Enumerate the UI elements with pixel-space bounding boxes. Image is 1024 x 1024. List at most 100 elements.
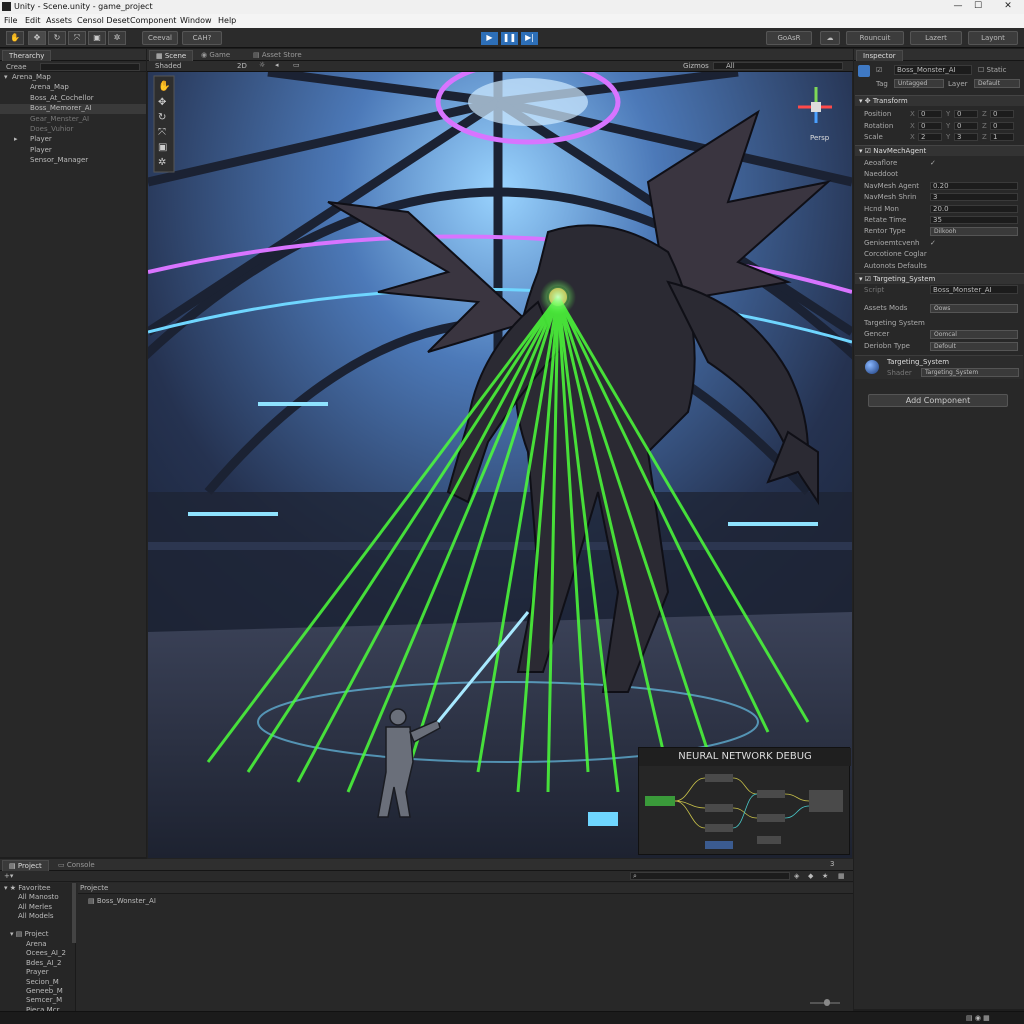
hierarchy-search-input[interactable] [40,63,140,71]
tab-hierarchy[interactable]: Therarchy [2,50,52,61]
menu-window[interactable]: Window [180,16,212,25]
active-checkbox[interactable]: ☑ [876,66,882,74]
script-field[interactable]: Boss_Monster_AI [930,285,1018,294]
create-asset-button[interactable]: +▾ [4,872,13,880]
lighting-toggle-icon[interactable]: ☼ [259,61,265,69]
transform-z-field[interactable]: 0 [990,121,1014,130]
hierarchy-item[interactable]: Gear_Menster_AI [0,115,146,125]
project-folder[interactable]: Secion_M [26,978,59,986]
project-folder[interactable]: Arena [26,940,47,948]
2d-toggle[interactable]: 2D [237,62,247,70]
project-folder[interactable]: Semcer_M [26,996,62,1004]
move-tool-icon[interactable]: ✥ [28,31,46,45]
tab-inspector[interactable]: Inspector [856,50,903,61]
transform-x-field[interactable]: 0 [918,110,942,118]
hand-tool-icon[interactable]: ✋ [6,31,24,45]
favorite-item[interactable]: All Manosto [18,893,59,901]
navmesh-value-field[interactable]: 0.20 [930,181,1018,190]
transform-y-field[interactable]: 3 [954,133,978,141]
asset-boss-monster-ai[interactable]: ▤ Boss_Wonster_AI [88,897,156,905]
project-folder[interactable]: Geneeb_M [26,987,63,995]
hierarchy-item[interactable]: Player [0,146,146,156]
layout-dropdown[interactable]: Layont [968,31,1018,45]
filter-label-icon[interactable]: ◆ [808,872,813,880]
favorites-folder[interactable]: ▾ ★ Favoritee [4,884,51,892]
project-breadcrumb[interactable]: Projecte [80,884,108,892]
gizmos-dropdown[interactable]: Gizmos [683,62,709,70]
maximize-icon[interactable]: ☐ [968,1,988,11]
hierarchy-item[interactable]: Boss_At_Cochellor [0,94,146,104]
hierarchy-item[interactable]: Boss_Memorer_AI [0,104,146,115]
transform-y-field[interactable]: 0 [954,110,978,118]
project-root-folder[interactable]: ▾ ▤ Project [10,930,49,938]
rotate-tool-icon[interactable]: ↻ [48,31,66,45]
perspective-label[interactable]: Persp [810,134,829,142]
project-search-input[interactable]: ⌕ [630,872,790,880]
navmesh-checkbox[interactable]: ✓ [930,239,936,247]
scale-tool-icon[interactable]: ⤧ [68,31,86,45]
project-folder[interactable]: Prayer [26,968,49,976]
navmesh-value-field[interactable]: 35 [930,216,1018,224]
account-dropdown[interactable]: Rouncuit [846,31,904,45]
hierarchy-item[interactable]: Sensor_Manager [0,156,146,166]
hierarchy-expand-icon[interactable]: ▾ [4,73,8,81]
transform-z-field[interactable]: 0 [990,110,1014,118]
navmesh-value-field[interactable]: 3 [930,193,1018,202]
transform-tool-icon[interactable]: ✲ [108,31,126,45]
add-component-button[interactable]: Add Component [868,394,1008,407]
audio-toggle-icon[interactable]: ◂ [275,61,279,69]
targeting-dropdown[interactable]: Oomcal [930,330,1018,339]
navmesh-dropdown[interactable]: Dilkooh [930,227,1018,237]
shader-dropdown[interactable]: Targeting_System [921,368,1019,377]
create-dropdown[interactable]: Creae [6,63,27,71]
play-button[interactable]: ▶ [481,32,498,45]
hierarchy-item[interactable]: Does_Vuhior [0,125,146,135]
rect-tool-icon[interactable]: ▣ [88,31,106,45]
favorite-item[interactable]: All Models [18,912,54,920]
menu-assets[interactable]: Assets [46,16,72,25]
lock-icon[interactable]: ▦ [838,872,845,880]
tab-scene[interactable]: ▦ Scene [149,50,194,61]
hierarchy-item[interactable]: ▾ Arena_Map [0,73,146,83]
tab-project[interactable]: ▤ Project [2,860,49,871]
transform-z-field[interactable]: 1 [990,133,1014,141]
object-name-field[interactable]: Boss_Monster_AI [894,65,972,75]
hierarchy-item[interactable]: ▸ Player [0,135,146,145]
tag-dropdown[interactable]: Untagged [894,79,944,88]
layers-dropdown[interactable]: Lazert [910,31,962,45]
menu-file[interactable]: File [4,16,17,25]
global-toggle[interactable]: CAH? [182,31,222,45]
menu-component[interactable]: Component [130,16,176,25]
transform-x-field[interactable]: 2 [918,133,942,141]
menu-edit[interactable]: Edit [25,16,41,25]
tab-game[interactable]: ◉ Game [195,50,236,61]
transform-y-field[interactable]: 0 [954,121,978,130]
scene-viewport[interactable]: ✋ ✥ ↻ ⤧ ▣ ✲ Persp NEURAL NETWORK DEBUG [148,72,852,858]
layer-dropdown[interactable]: Default [974,79,1020,88]
static-checkbox[interactable]: ☐ Static [978,66,1007,74]
navmesh-value-field[interactable]: 20.0 [930,204,1018,213]
shading-mode-dropdown[interactable]: Shaded [155,62,181,70]
hierarchy-item[interactable]: Arena_Map [0,83,146,93]
step-button[interactable]: ▶| [521,32,538,45]
minimize-icon[interactable]: — [948,1,968,11]
hierarchy-expand-icon[interactable]: ▸ [14,135,18,143]
project-folder[interactable]: Ocees_AI_2 [26,949,66,957]
targeting-header[interactable]: ▾ ☑ Targeting_System [855,273,1024,284]
tab-console[interactable]: ▭ Console [52,860,101,871]
scene-search-input[interactable]: All [713,62,843,70]
project-folder[interactable]: Bdes_AI_2 [26,959,62,967]
effects-toggle-icon[interactable]: ▭ [293,61,300,69]
pivot-toggle[interactable]: Ceeval [142,31,178,45]
favorite-item[interactable]: All Merles [18,903,52,911]
transform-x-field[interactable]: 0 [918,121,942,130]
navmesh-header[interactable]: ▾ ☑ NavMechAgent [855,145,1024,156]
filter-type-icon[interactable]: ◈ [794,872,799,880]
menu-gameobject[interactable]: Censol Deset [77,16,130,25]
pause-button[interactable]: ❚❚ [501,32,518,45]
favorite-icon[interactable]: ★ [822,872,828,880]
targeting-dropdown[interactable]: Oows [930,304,1018,313]
zoom-slider-handle[interactable] [824,999,830,1006]
transform-header[interactable]: ▾ ✥ Transform [855,95,1024,106]
collab-button[interactable]: GoAsR [766,31,812,45]
